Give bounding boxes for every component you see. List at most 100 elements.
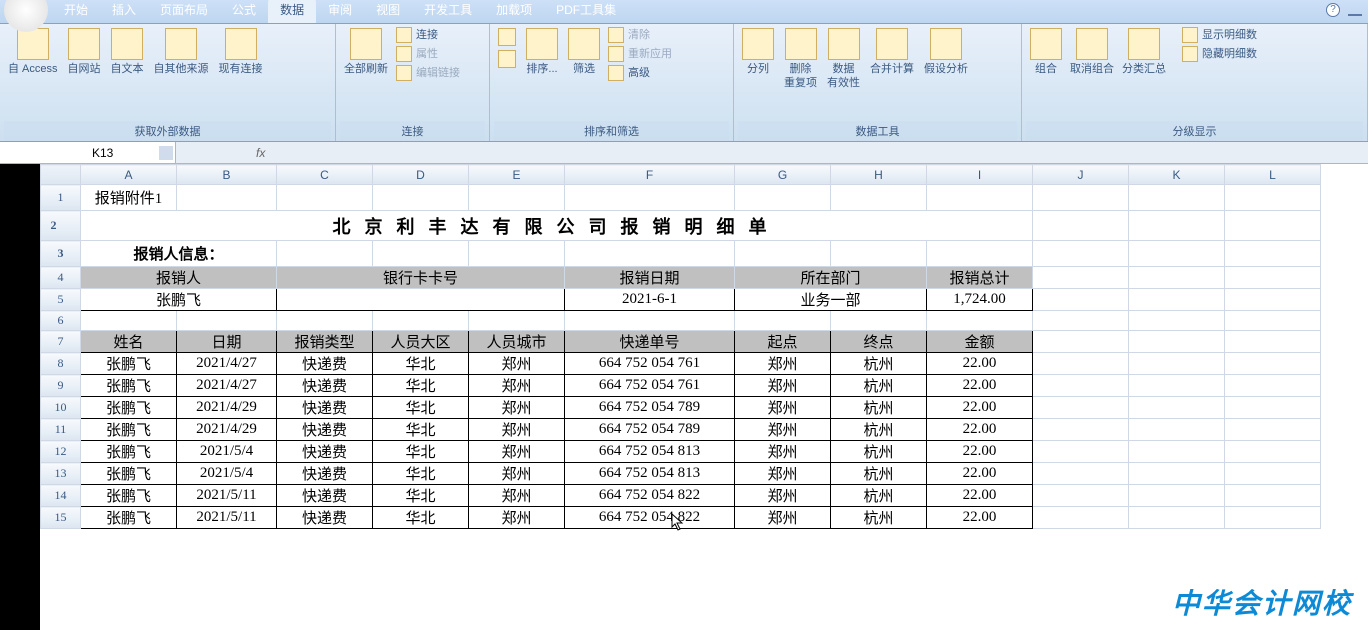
cell[interactable]: 22.00 xyxy=(927,397,1033,419)
cell[interactable] xyxy=(1225,463,1321,485)
row-10[interactable]: 10张鹏飞2021/4/29快递费华北郑州664 752 054 789郑州杭州… xyxy=(41,397,1321,419)
cell[interactable] xyxy=(1129,463,1225,485)
cell[interactable] xyxy=(1129,267,1225,289)
cell[interactable]: 郑州 xyxy=(735,375,831,397)
cell[interactable] xyxy=(373,185,469,211)
cell[interactable]: 郑州 xyxy=(735,463,831,485)
cell[interactable] xyxy=(1033,353,1129,375)
cell[interactable]: 快递费 xyxy=(277,463,373,485)
cell[interactable] xyxy=(1225,311,1321,331)
cell[interactable] xyxy=(1033,507,1129,529)
colhdr-L[interactable]: L xyxy=(1225,165,1321,185)
cell[interactable]: 664 752 054 822 xyxy=(565,485,735,507)
colhdr-G[interactable]: G xyxy=(735,165,831,185)
cell[interactable]: 报销类型 xyxy=(277,331,373,353)
cell[interactable] xyxy=(565,311,735,331)
outline-btn-0[interactable]: 组合 xyxy=(1026,26,1066,78)
ext-btn-2[interactable]: 自文本 xyxy=(107,26,148,78)
cell[interactable] xyxy=(177,311,277,331)
cell[interactable]: 1,724.00 xyxy=(927,289,1033,311)
rowhdr-3[interactable]: 3 xyxy=(41,241,81,267)
colhdr-I[interactable]: I xyxy=(927,165,1033,185)
cell[interactable]: 华北 xyxy=(373,507,469,529)
cell[interactable] xyxy=(1033,419,1129,441)
cell[interactable] xyxy=(277,311,373,331)
cell[interactable]: 华北 xyxy=(373,419,469,441)
help-icon[interactable]: ? xyxy=(1326,3,1340,17)
tools-btn-0[interactable]: 分列 xyxy=(738,26,778,78)
cell[interactable] xyxy=(1129,331,1225,353)
cell[interactable]: 张鹏飞 xyxy=(81,463,177,485)
cell[interactable] xyxy=(277,241,373,267)
cell[interactable] xyxy=(1129,185,1225,211)
tab-4[interactable]: 数据 xyxy=(268,0,316,23)
cell[interactable]: 报销附件1 xyxy=(81,185,177,211)
cell[interactable]: 22.00 xyxy=(927,353,1033,375)
cell[interactable]: 2021/4/27 xyxy=(177,375,277,397)
cell[interactable] xyxy=(373,241,469,267)
tab-0[interactable]: 开始 xyxy=(52,0,100,23)
rowhdr-15[interactable]: 15 xyxy=(41,507,81,529)
cell[interactable]: 快递费 xyxy=(277,441,373,463)
cell[interactable]: 664 752 054 789 xyxy=(565,397,735,419)
colhdr-D[interactable]: D xyxy=(373,165,469,185)
cell[interactable]: 22.00 xyxy=(927,485,1033,507)
cell[interactable] xyxy=(1033,311,1129,331)
tab-1[interactable]: 插入 xyxy=(100,0,148,23)
rowhdr-12[interactable]: 12 xyxy=(41,441,81,463)
cell[interactable] xyxy=(831,241,927,267)
cell[interactable]: 张鹏飞 xyxy=(81,353,177,375)
cell[interactable] xyxy=(1225,267,1321,289)
row-13[interactable]: 13张鹏飞2021/5/4快递费华北郑州664 752 054 813郑州杭州2… xyxy=(41,463,1321,485)
cell[interactable]: 华北 xyxy=(373,353,469,375)
cell[interactable] xyxy=(831,185,927,211)
cell[interactable]: 郑州 xyxy=(735,353,831,375)
cell[interactable] xyxy=(927,185,1033,211)
select-all-corner[interactable] xyxy=(41,165,81,185)
cell[interactable]: 杭州 xyxy=(831,441,927,463)
cell[interactable] xyxy=(1225,441,1321,463)
cell[interactable] xyxy=(277,185,373,211)
cell[interactable] xyxy=(1033,485,1129,507)
rowhdr-6[interactable]: 6 xyxy=(41,311,81,331)
cell[interactable]: 664 752 054 813 xyxy=(565,441,735,463)
cell[interactable]: 起点 xyxy=(735,331,831,353)
cell[interactable] xyxy=(1033,241,1129,267)
rowhdr-5[interactable]: 5 xyxy=(41,289,81,311)
cell[interactable]: 张鹏飞 xyxy=(81,507,177,529)
cell[interactable] xyxy=(1225,331,1321,353)
cell[interactable]: 2021/4/27 xyxy=(177,353,277,375)
colhdr-J[interactable]: J xyxy=(1033,165,1129,185)
ext-btn-3[interactable]: 自其他来源 xyxy=(150,26,213,78)
cell[interactable] xyxy=(1225,185,1321,211)
sort-button[interactable]: 排序... xyxy=(522,26,562,78)
cell[interactable] xyxy=(1225,353,1321,375)
cell[interactable] xyxy=(735,185,831,211)
rowhdr-13[interactable]: 13 xyxy=(41,463,81,485)
cell[interactable]: 杭州 xyxy=(831,485,927,507)
tab-2[interactable]: 页面布局 xyxy=(148,0,220,23)
cell[interactable]: 2021/4/29 xyxy=(177,397,277,419)
cell[interactable]: 22.00 xyxy=(927,441,1033,463)
cell[interactable]: 终点 xyxy=(831,331,927,353)
cell[interactable]: 姓名 xyxy=(81,331,177,353)
cell[interactable]: 郑州 xyxy=(469,419,565,441)
cell[interactable] xyxy=(1033,289,1129,311)
cell[interactable] xyxy=(1225,241,1321,267)
cell[interactable]: 报销人信息： xyxy=(81,241,277,267)
outline-btn-1[interactable]: 取消组合 xyxy=(1066,26,1118,78)
tab-7[interactable]: 开发工具 xyxy=(412,0,484,23)
cell[interactable] xyxy=(927,311,1033,331)
cell[interactable]: 2021-6-1 xyxy=(565,289,735,311)
cell[interactable]: 快递费 xyxy=(277,375,373,397)
colhdr-B[interactable]: B xyxy=(177,165,277,185)
row-3[interactable]: 3报销人信息： xyxy=(41,241,1321,267)
row-2[interactable]: 2北京利丰达有限公司报销明细单 xyxy=(41,211,1321,241)
cell[interactable]: 664 752 054 789 xyxy=(565,419,735,441)
cell[interactable]: 664 752 054 761 xyxy=(565,353,735,375)
cell[interactable]: 快递费 xyxy=(277,419,373,441)
row-1[interactable]: 1报销附件1 xyxy=(41,185,1321,211)
sort-sub-1[interactable]: 重新应用 xyxy=(606,45,674,63)
cell[interactable]: 2021/5/11 xyxy=(177,485,277,507)
cell[interactable] xyxy=(1033,267,1129,289)
